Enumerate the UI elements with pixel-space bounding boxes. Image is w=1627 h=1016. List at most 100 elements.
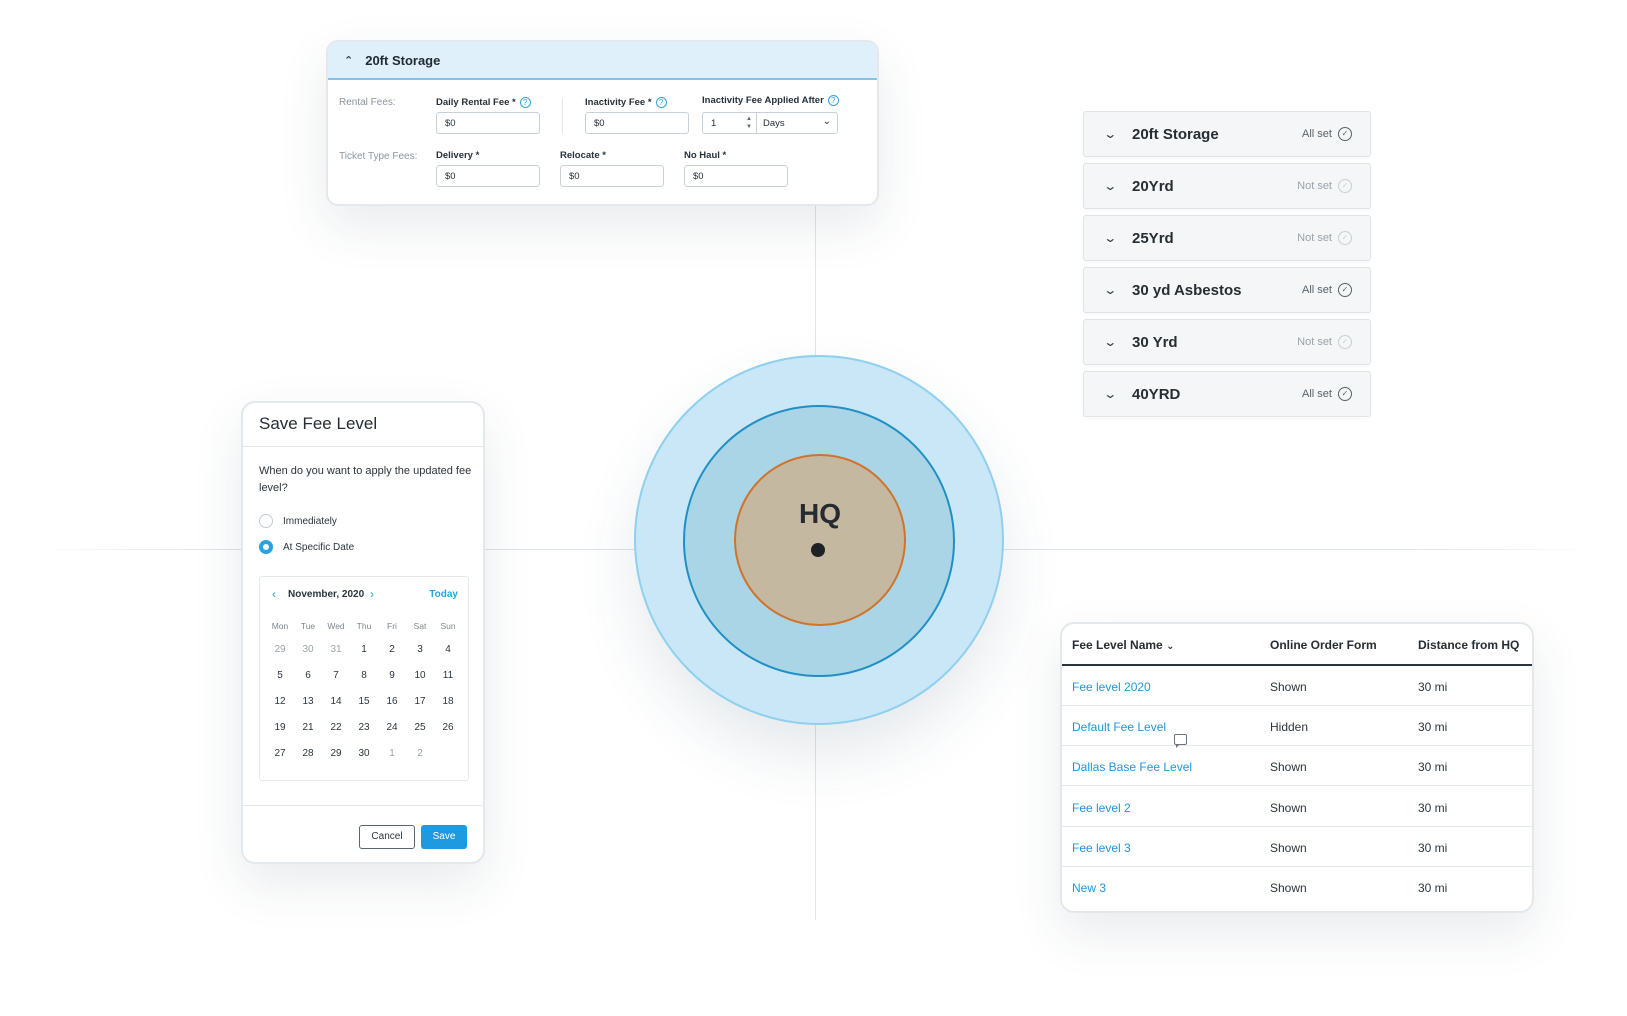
radio-immediately[interactable]: Immediately	[259, 514, 337, 528]
inactivity-unit-select[interactable]: Days ⌄	[756, 112, 838, 134]
relocate-fee-input[interactable]: $0	[560, 165, 664, 187]
calendar-day[interactable]: 31	[322, 637, 350, 663]
daily-rental-fee-input[interactable]: $0	[436, 112, 540, 134]
table-row: Fee level 2020 Shown 30 mi	[1062, 666, 1532, 706]
calendar-day[interactable]: 9	[378, 663, 406, 689]
weekday-label: Sat	[413, 621, 427, 631]
fee-level-link[interactable]: Fee level 2020	[1072, 680, 1151, 694]
inactivity-fee-input[interactable]: $0	[585, 112, 689, 134]
check-circle-icon: ✓	[1338, 231, 1352, 245]
column-header-form: Online Order Form	[1270, 638, 1377, 652]
table-row: Fee level 2 Shown 30 mi	[1062, 787, 1532, 827]
calendar-day[interactable]: 24	[378, 715, 406, 741]
calendar-day[interactable]: 5	[266, 663, 294, 689]
calendar-day[interactable]: 7	[322, 663, 350, 689]
size-status: All set	[1302, 284, 1332, 296]
size-name: 40YRD	[1132, 385, 1181, 403]
distance-value: 30 mi	[1418, 680, 1448, 694]
column-header-name[interactable]: Fee Level Name ⌄	[1072, 638, 1174, 652]
relocate-fee-field: Relocate * $0	[560, 150, 664, 187]
calendar-day[interactable]: 6	[294, 663, 322, 689]
radio-specific-date[interactable]: At Specific Date	[259, 540, 354, 554]
calendar-day[interactable]: 23	[350, 715, 378, 741]
calendar-day[interactable]: 14	[322, 689, 350, 715]
table-row: Dallas Base Fee Level Shown 30 mi	[1062, 746, 1532, 787]
inactivity-days-stepper[interactable]: 1 ▲ ▼	[702, 112, 757, 134]
no-haul-fee-input[interactable]: $0	[684, 165, 788, 187]
calendar-day[interactable]: 2	[406, 741, 434, 767]
calendar-day[interactable]: 8	[350, 663, 378, 689]
today-button[interactable]: Today	[429, 589, 458, 600]
fee-level-link[interactable]: Fee level 2	[1072, 801, 1131, 815]
calendar-day[interactable]: 18	[434, 689, 462, 715]
stepper-arrows-icon[interactable]: ▲ ▼	[746, 115, 752, 131]
size-row[interactable]: ⌄ 20ft Storage All set ✓	[1083, 111, 1371, 157]
size-row[interactable]: ⌄ 25Yrd Not set ✓	[1083, 215, 1371, 261]
info-icon[interactable]: ?	[827, 95, 839, 106]
calendar-day[interactable]: 21	[294, 715, 322, 741]
calendar-day[interactable]: 15	[350, 689, 378, 715]
chevron-left-icon[interactable]: ‹	[272, 587, 276, 601]
date-picker: ‹ November, 2020 › Today Mon Tue Wed Thu Fri…	[259, 576, 469, 781]
calendar-day[interactable]: 29	[322, 741, 350, 767]
calendar-day[interactable]: 30	[294, 637, 322, 663]
comment-icon[interactable]	[1174, 734, 1188, 749]
radio-button[interactable]	[259, 514, 273, 528]
table-row: Default Fee Level Hidden 30 mi	[1062, 706, 1532, 749]
table-row: New 3 Shown 30 mi	[1062, 867, 1532, 907]
weekday-label: Fri	[387, 621, 397, 631]
calendar-day[interactable]: 26	[434, 715, 462, 741]
cancel-button[interactable]: Cancel	[359, 825, 415, 849]
online-form-value: Hidden	[1270, 720, 1309, 735]
fee-level-link[interactable]: Fee level 3	[1072, 841, 1131, 855]
check-circle-icon: ✓	[1338, 127, 1352, 141]
calendar-day[interactable]: 10	[406, 663, 434, 689]
chevron-down-icon: ⌄	[1103, 127, 1118, 141]
calendar-day[interactable]: 2	[378, 637, 406, 663]
size-row[interactable]: ⌄ 30 Yrd Not set ✓	[1083, 319, 1371, 365]
calendar-day[interactable]: 29	[266, 637, 294, 663]
distance-value: 30 mi	[1418, 881, 1448, 895]
calendar-day[interactable]: 12	[266, 689, 294, 715]
fee-level-link[interactable]: Default Fee Level	[1072, 720, 1188, 749]
chevron-right-icon[interactable]: ›	[370, 587, 374, 601]
size-name: 20ft Storage	[1132, 125, 1219, 143]
radio-button-selected[interactable]	[259, 540, 273, 554]
calendar-day[interactable]: 25	[406, 715, 434, 741]
calendar-day[interactable]: 19	[266, 715, 294, 741]
calendar-day[interactable]: 16	[378, 689, 406, 715]
fee-level-link[interactable]: New 3	[1072, 881, 1106, 895]
size-name: 20Yrd	[1132, 177, 1174, 195]
distance-value: 30 mi	[1418, 840, 1448, 855]
info-icon[interactable]: ?	[519, 97, 531, 108]
save-button[interactable]: Save	[421, 825, 467, 849]
calendar-day[interactable]: 28	[294, 741, 322, 767]
storage-card-header[interactable]: ⌃ 20ft Storage	[328, 42, 877, 80]
size-row[interactable]: ⌄ 20Yrd Not set ✓	[1083, 163, 1371, 209]
calendar-day[interactable]: 3	[406, 637, 434, 663]
calendar-day[interactable]: 13	[294, 689, 322, 715]
delivery-fee-input[interactable]: $0	[436, 165, 540, 187]
size-name: 30 yd Asbestos	[1132, 281, 1242, 299]
size-status: All set	[1302, 128, 1332, 140]
fee-level-link[interactable]: Dallas Base Fee Level	[1072, 760, 1192, 774]
weekday-label: Thu	[356, 621, 372, 631]
calendar-day[interactable]: 22	[322, 715, 350, 741]
calendar-day[interactable]: 30	[350, 741, 378, 767]
check-circle-icon: ✓	[1338, 283, 1352, 297]
fee-level-table: Fee Level Name ⌄ Online Order Form Dista…	[1060, 622, 1534, 913]
radio-immediately-label: Immediately	[283, 515, 337, 527]
info-icon[interactable]: ?	[655, 97, 667, 108]
calendar-day[interactable]: 17	[406, 689, 434, 715]
calendar-day[interactable]: 4	[434, 637, 462, 663]
calendar-day[interactable]: 1	[378, 741, 406, 767]
chevron-up-icon: ⌃	[344, 54, 354, 67]
calendar-grid: Mon Tue Wed Thu Fri Sat Sun 29 30 31 1 2 3 4 5 6 7 8 9 10 11…	[266, 615, 462, 767]
distance-value: 30 mi	[1418, 800, 1448, 815]
calendar-day[interactable]: 1	[350, 637, 378, 663]
size-row[interactable]: ⌄ 30 yd Asbestos All set ✓	[1083, 267, 1371, 313]
calendar-day[interactable]: 11	[434, 663, 462, 689]
sort-chevron-icon[interactable]: ⌄	[1166, 641, 1174, 652]
size-row[interactable]: ⌄ 40YRD All set ✓	[1083, 371, 1371, 417]
calendar-day[interactable]: 27	[266, 741, 294, 767]
